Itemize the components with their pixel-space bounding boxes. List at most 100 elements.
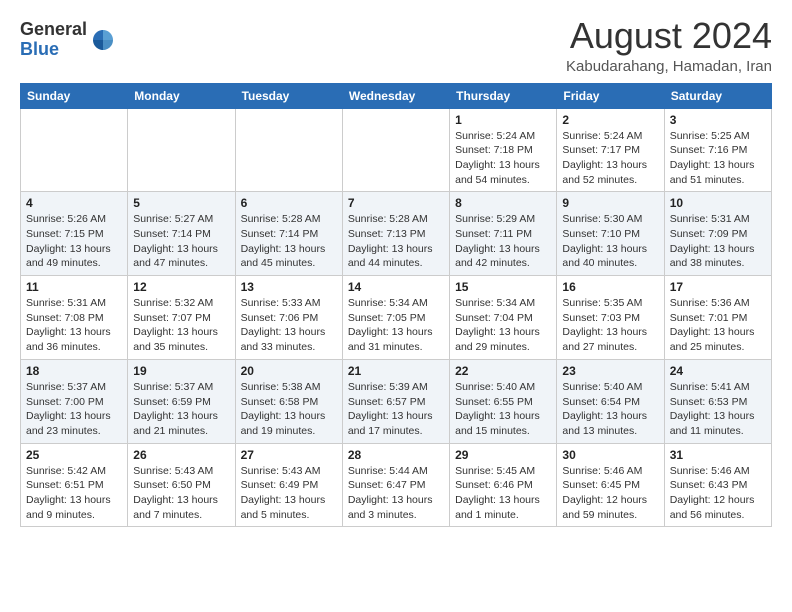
day-info: Sunrise: 5:43 AM Sunset: 6:50 PM Dayligh… — [133, 464, 229, 523]
calendar-table: SundayMondayTuesdayWednesdayThursdayFrid… — [20, 83, 772, 528]
day-info: Sunrise: 5:37 AM Sunset: 6:59 PM Dayligh… — [133, 380, 229, 439]
calendar-cell: 9 Sunrise: 5:30 AM Sunset: 7:10 PM Daylig… — [557, 192, 664, 276]
weekday-header-friday: Friday — [557, 83, 664, 108]
day-info: Sunrise: 5:30 AM Sunset: 7:10 PM Dayligh… — [562, 212, 658, 271]
calendar-cell: 3 Sunrise: 5:25 AM Sunset: 7:16 PM Daylig… — [664, 108, 771, 192]
day-number: 27 — [241, 448, 337, 462]
location: Kabudarahang, Hamadan, Iran — [566, 58, 772, 75]
calendar-cell: 8 Sunrise: 5:29 AM Sunset: 7:11 PM Daylig… — [450, 192, 557, 276]
calendar-cell: 15 Sunrise: 5:34 AM Sunset: 7:04 PM Dayli… — [450, 276, 557, 360]
day-number: 19 — [133, 364, 229, 378]
day-info: Sunrise: 5:41 AM Sunset: 6:53 PM Dayligh… — [670, 380, 766, 439]
calendar-cell: 20 Sunrise: 5:38 AM Sunset: 6:58 PM Dayli… — [235, 359, 342, 443]
calendar-cell: 10 Sunrise: 5:31 AM Sunset: 7:09 PM Dayli… — [664, 192, 771, 276]
calendar-cell: 21 Sunrise: 5:39 AM Sunset: 6:57 PM Dayli… — [342, 359, 449, 443]
calendar-cell: 2 Sunrise: 5:24 AM Sunset: 7:17 PM Daylig… — [557, 108, 664, 192]
day-number: 3 — [670, 113, 766, 127]
calendar-cell: 18Sunrise: 5:37 AM Sunset: 7:00 PM Dayli… — [21, 359, 128, 443]
day-number: 1 — [455, 113, 551, 127]
day-number: 20 — [241, 364, 337, 378]
day-info: Sunrise: 5:40 AM Sunset: 6:54 PM Dayligh… — [562, 380, 658, 439]
page: General Blue August 2024 Kabudarahang, H… — [0, 0, 792, 612]
day-info: Sunrise: 5:28 AM Sunset: 7:13 PM Dayligh… — [348, 212, 444, 271]
day-number: 2 — [562, 113, 658, 127]
calendar-cell — [21, 108, 128, 192]
day-number: 25 — [26, 448, 122, 462]
day-info: Sunrise: 5:39 AM Sunset: 6:57 PM Dayligh… — [348, 380, 444, 439]
weekday-header-monday: Monday — [128, 83, 235, 108]
calendar-cell: 19 Sunrise: 5:37 AM Sunset: 6:59 PM Dayli… — [128, 359, 235, 443]
day-number: 5 — [133, 196, 229, 210]
day-number: 14 — [348, 280, 444, 294]
day-info: Sunrise: 5:33 AM Sunset: 7:06 PM Dayligh… — [241, 296, 337, 355]
day-info: Sunrise: 5:24 AM Sunset: 7:17 PM Dayligh… — [562, 129, 658, 188]
title-area: August 2024 Kabudarahang, Hamadan, Iran — [566, 16, 772, 75]
day-number: 18 — [26, 364, 122, 378]
calendar-week-row-5: 25Sunrise: 5:42 AM Sunset: 6:51 PM Dayli… — [21, 443, 772, 527]
day-info: Sunrise: 5:40 AM Sunset: 6:55 PM Dayligh… — [455, 380, 551, 439]
day-info: Sunrise: 5:46 AM Sunset: 6:43 PM Dayligh… — [670, 464, 766, 523]
weekday-header-thursday: Thursday — [450, 83, 557, 108]
day-number: 8 — [455, 196, 551, 210]
day-info: Sunrise: 5:24 AM Sunset: 7:18 PM Dayligh… — [455, 129, 551, 188]
day-number: 7 — [348, 196, 444, 210]
calendar-cell: 16 Sunrise: 5:35 AM Sunset: 7:03 PM Dayli… — [557, 276, 664, 360]
day-number: 26 — [133, 448, 229, 462]
day-info: Sunrise: 5:34 AM Sunset: 7:05 PM Dayligh… — [348, 296, 444, 355]
day-info: Sunrise: 5:29 AM Sunset: 7:11 PM Dayligh… — [455, 212, 551, 271]
day-number: 30 — [562, 448, 658, 462]
calendar-cell: 5 Sunrise: 5:27 AM Sunset: 7:14 PM Daylig… — [128, 192, 235, 276]
day-number: 9 — [562, 196, 658, 210]
day-info: Sunrise: 5:46 AM Sunset: 6:45 PM Dayligh… — [562, 464, 658, 523]
day-number: 24 — [670, 364, 766, 378]
calendar-week-row-2: 4 Sunrise: 5:26 AM Sunset: 7:15 PM Daylig… — [21, 192, 772, 276]
calendar-cell — [128, 108, 235, 192]
day-number: 4 — [26, 196, 122, 210]
day-number: 31 — [670, 448, 766, 462]
day-info: Sunrise: 5:26 AM Sunset: 7:15 PM Dayligh… — [26, 212, 122, 271]
calendar-cell: 30 Sunrise: 5:46 AM Sunset: 6:45 PM Dayli… — [557, 443, 664, 527]
day-info: Sunrise: 5:38 AM Sunset: 6:58 PM Dayligh… — [241, 380, 337, 439]
calendar-cell: 6 Sunrise: 5:28 AM Sunset: 7:14 PM Daylig… — [235, 192, 342, 276]
day-info: Sunrise: 5:45 AM Sunset: 6:46 PM Dayligh… — [455, 464, 551, 523]
calendar-cell: 25Sunrise: 5:42 AM Sunset: 6:51 PM Dayli… — [21, 443, 128, 527]
day-number: 10 — [670, 196, 766, 210]
day-info: Sunrise: 5:31 AM Sunset: 7:09 PM Dayligh… — [670, 212, 766, 271]
calendar-week-row-3: 11Sunrise: 5:31 AM Sunset: 7:08 PM Dayli… — [21, 276, 772, 360]
day-number: 6 — [241, 196, 337, 210]
calendar-cell: 28Sunrise: 5:44 AM Sunset: 6:47 PM Dayli… — [342, 443, 449, 527]
day-number: 13 — [241, 280, 337, 294]
day-info: Sunrise: 5:32 AM Sunset: 7:07 PM Dayligh… — [133, 296, 229, 355]
calendar-cell — [235, 108, 342, 192]
day-number: 16 — [562, 280, 658, 294]
day-number: 12 — [133, 280, 229, 294]
logo-blue: Blue — [20, 39, 59, 59]
calendar-week-row-4: 18Sunrise: 5:37 AM Sunset: 7:00 PM Dayli… — [21, 359, 772, 443]
day-info: Sunrise: 5:35 AM Sunset: 7:03 PM Dayligh… — [562, 296, 658, 355]
day-number: 17 — [670, 280, 766, 294]
weekday-header-sunday: Sunday — [21, 83, 128, 108]
calendar-cell: 14 Sunrise: 5:34 AM Sunset: 7:05 PM Dayli… — [342, 276, 449, 360]
weekday-header-tuesday: Tuesday — [235, 83, 342, 108]
weekday-header-wednesday: Wednesday — [342, 83, 449, 108]
weekday-header-saturday: Saturday — [664, 83, 771, 108]
header: General Blue August 2024 Kabudarahang, H… — [20, 16, 772, 75]
calendar-week-row-1: 1 Sunrise: 5:24 AM Sunset: 7:18 PM Daylig… — [21, 108, 772, 192]
calendar-cell: 4 Sunrise: 5:26 AM Sunset: 7:15 PM Daylig… — [21, 192, 128, 276]
day-number: 15 — [455, 280, 551, 294]
day-info: Sunrise: 5:34 AM Sunset: 7:04 PM Dayligh… — [455, 296, 551, 355]
day-info: Sunrise: 5:31 AM Sunset: 7:08 PM Dayligh… — [26, 296, 122, 355]
calendar-cell: 27Sunrise: 5:43 AM Sunset: 6:49 PM Dayli… — [235, 443, 342, 527]
calendar-cell: 11Sunrise: 5:31 AM Sunset: 7:08 PM Dayli… — [21, 276, 128, 360]
calendar-cell: 26 Sunrise: 5:43 AM Sunset: 6:50 PM Dayli… — [128, 443, 235, 527]
day-info: Sunrise: 5:27 AM Sunset: 7:14 PM Dayligh… — [133, 212, 229, 271]
calendar-cell: 13 Sunrise: 5:33 AM Sunset: 7:06 PM Dayli… — [235, 276, 342, 360]
day-number: 28 — [348, 448, 444, 462]
day-info: Sunrise: 5:28 AM Sunset: 7:14 PM Dayligh… — [241, 212, 337, 271]
day-number: 22 — [455, 364, 551, 378]
day-info: Sunrise: 5:36 AM Sunset: 7:01 PM Dayligh… — [670, 296, 766, 355]
day-info: Sunrise: 5:25 AM Sunset: 7:16 PM Dayligh… — [670, 129, 766, 188]
logo: General Blue — [20, 20, 117, 60]
logo-icon — [89, 26, 117, 54]
day-number: 21 — [348, 364, 444, 378]
